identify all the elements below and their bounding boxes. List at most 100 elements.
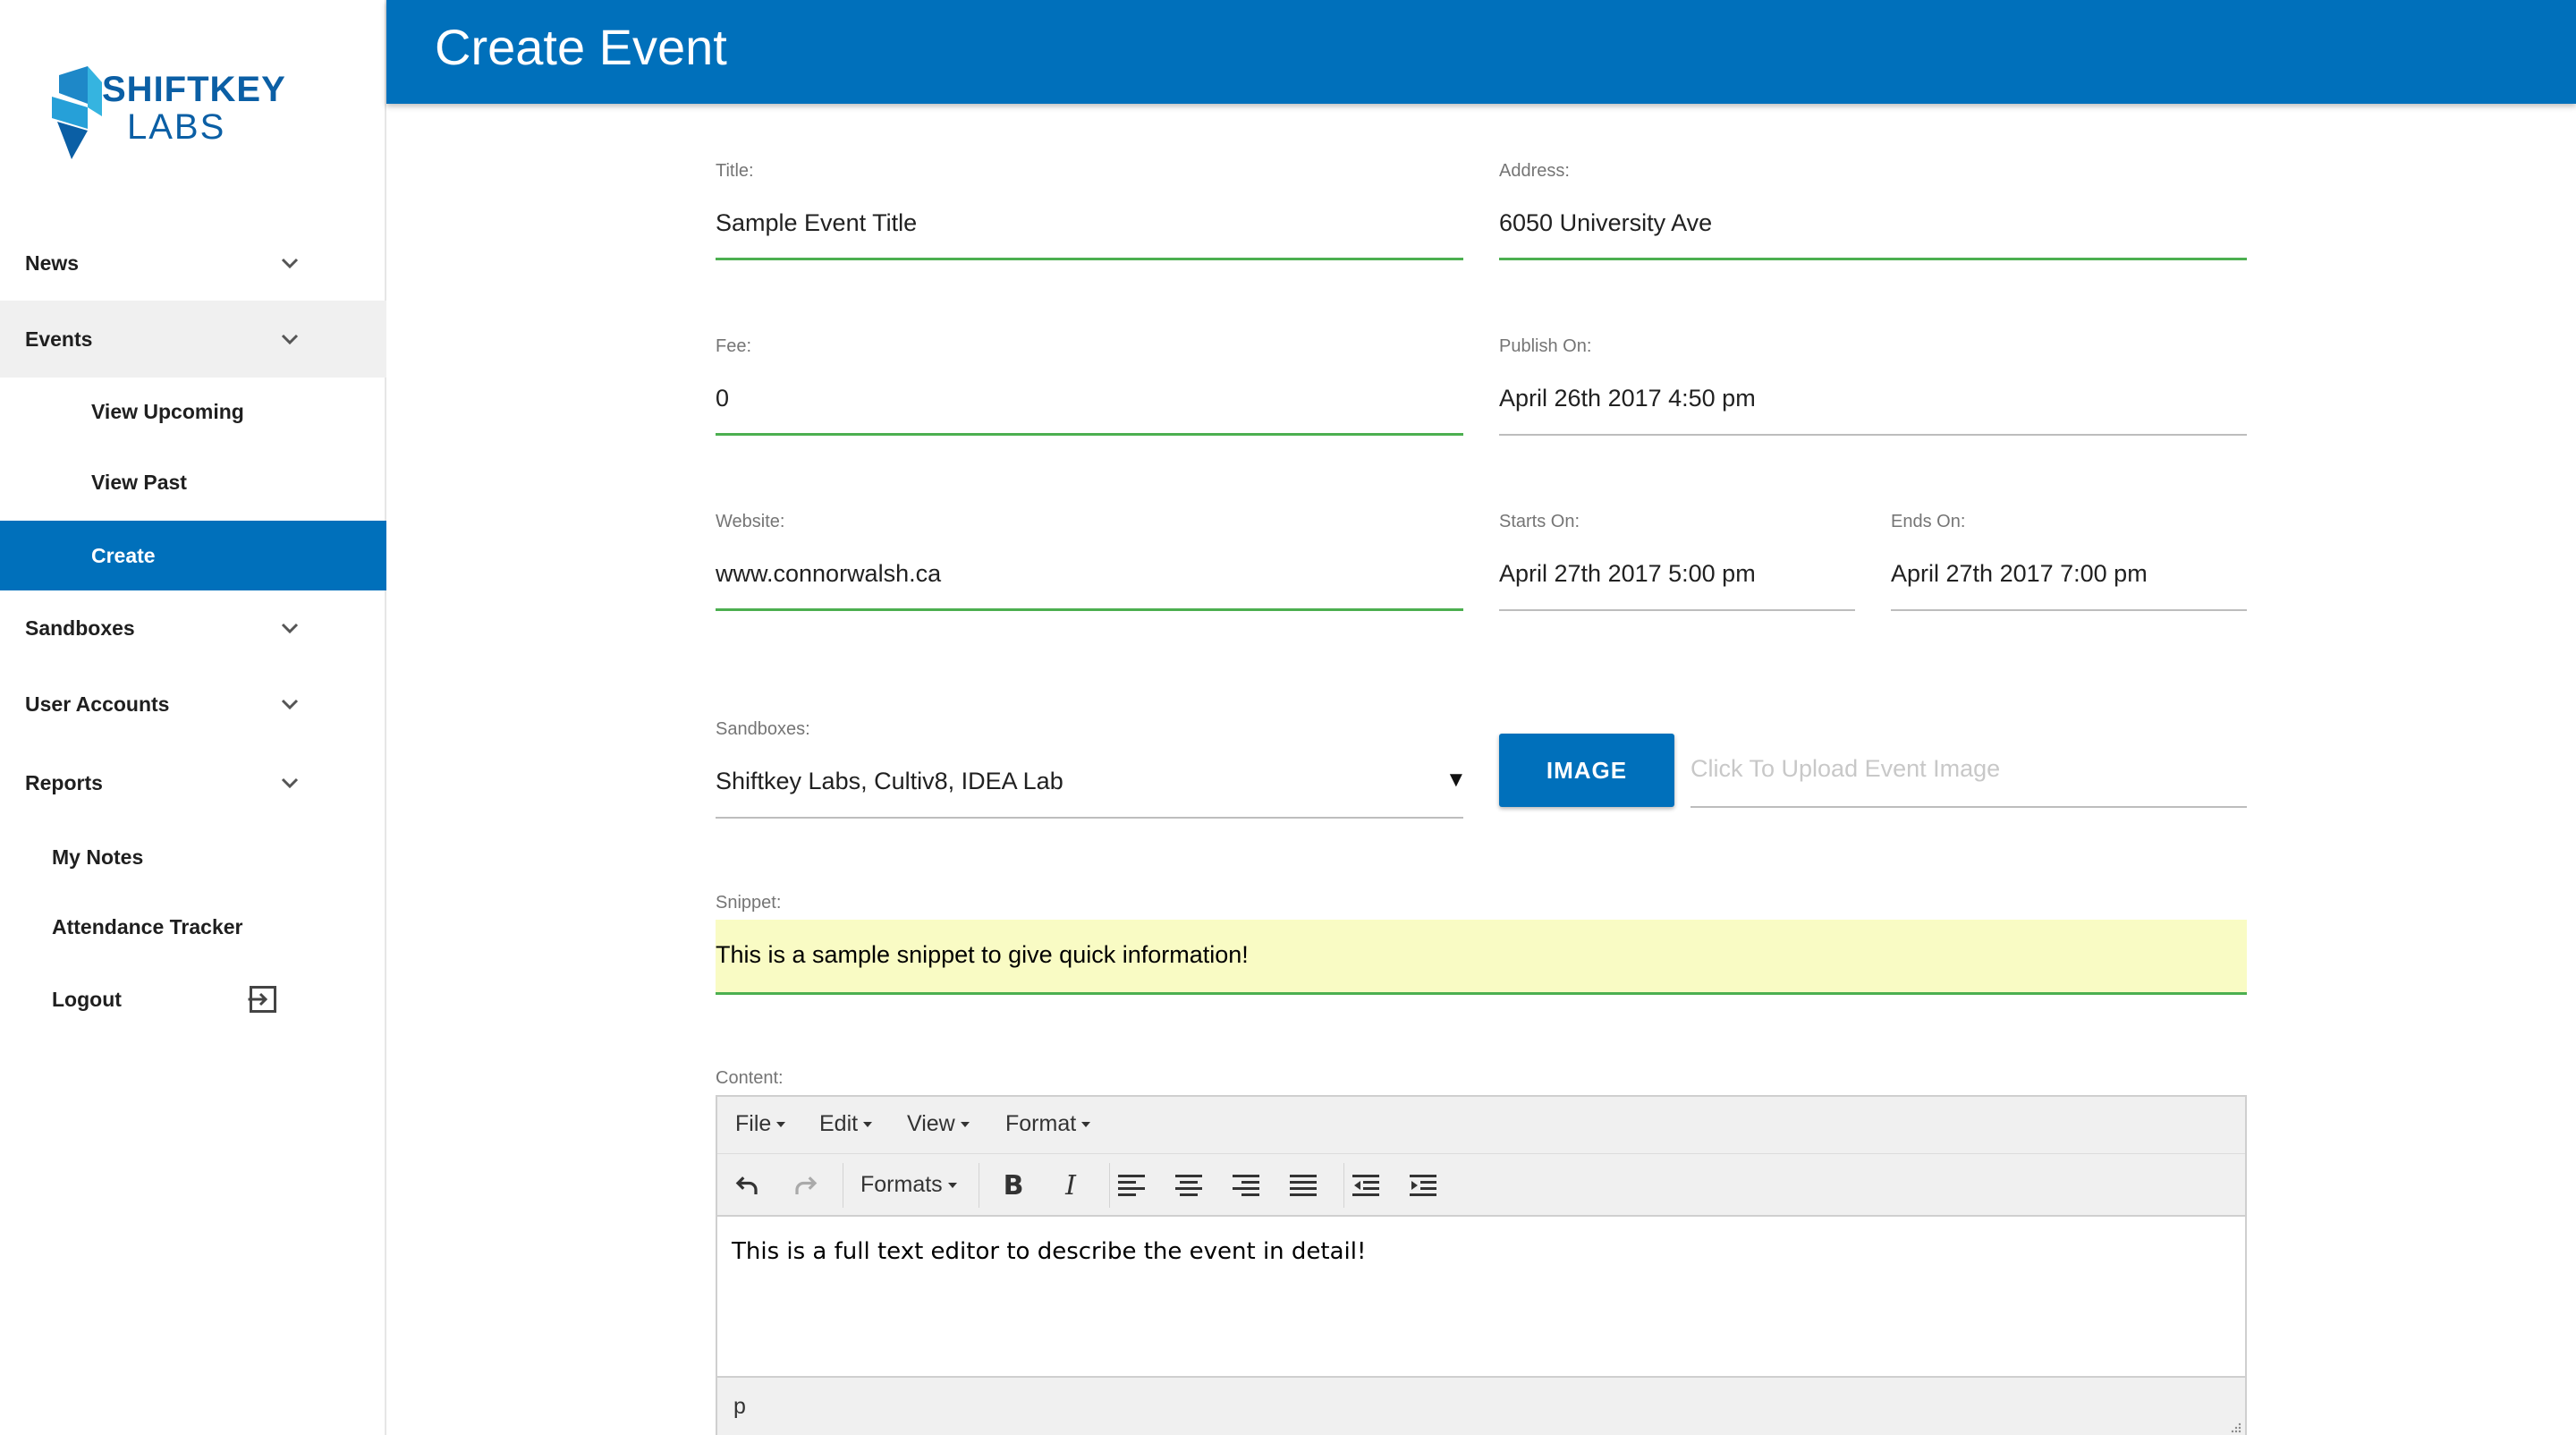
bold-icon[interactable]: B	[998, 1170, 1029, 1201]
address-label: Address:	[1499, 161, 1570, 181]
ends-on-underline	[1891, 609, 2247, 611]
title-input[interactable]: Sample Event Title	[716, 209, 917, 237]
caret-down-icon	[1081, 1122, 1091, 1128]
formats-dropdown[interactable]: Formats	[860, 1172, 957, 1198]
chevron-down-icon	[281, 777, 299, 789]
logo-text-shiftkey: SHIFTKEY	[102, 70, 286, 109]
snippet-input-box[interactable]: This is a sample snippet to give quick i…	[716, 920, 2247, 995]
sidebar-item-label: View Upcoming	[91, 399, 244, 423]
menu-view-label: View	[907, 1111, 955, 1136]
menu-file[interactable]: File	[735, 1111, 786, 1137]
editor-toolbar: Formats B I	[717, 1154, 2245, 1217]
italic-icon[interactable]: I	[1055, 1170, 1086, 1201]
menu-edit[interactable]: Edit	[819, 1111, 873, 1137]
title-label: Title:	[716, 161, 754, 181]
sidebar-item-label: Events	[25, 327, 93, 351]
sandboxes-label: Sandboxes:	[716, 719, 810, 739]
sidebar-item-user-accounts[interactable]: User Accounts	[0, 666, 386, 743]
sidebar-item-label: Reports	[25, 770, 103, 794]
address-underline	[1499, 258, 2247, 260]
editor-menubar: File Edit View Format	[717, 1097, 2245, 1154]
ends-on-label: Ends On:	[1891, 512, 1966, 531]
sidebar-item-view-upcoming[interactable]: View Upcoming	[0, 378, 386, 446]
rich-text-editor: File Edit View Format Formats B I This i…	[716, 1095, 2247, 1435]
sidebar-item-my-notes[interactable]: My Notes	[0, 823, 386, 891]
caret-down-icon	[960, 1122, 970, 1128]
menu-format-label: Format	[1005, 1111, 1077, 1136]
upload-image-underline	[1690, 806, 2247, 808]
align-left-icon[interactable]	[1116, 1170, 1147, 1201]
undo-icon[interactable]	[732, 1170, 762, 1201]
website-label: Website:	[716, 512, 785, 531]
align-justify-icon[interactable]	[1288, 1170, 1318, 1201]
shiftkey-logo: SHIFTKEY LABS	[52, 66, 286, 166]
image-upload-button[interactable]: IMAGE	[1499, 734, 1674, 807]
toolbar-divider	[1109, 1163, 1110, 1208]
menu-file-label: File	[735, 1111, 772, 1136]
starts-on-input[interactable]: April 27th 2017 5:00 pm	[1499, 560, 1756, 588]
menu-format[interactable]: Format	[1005, 1111, 1091, 1137]
resize-handle-icon[interactable]	[2227, 1419, 2241, 1433]
sidebar-item-label: My Notes	[52, 845, 144, 869]
editor-statusbar: p	[717, 1376, 2245, 1435]
logout-icon	[248, 986, 276, 1013]
align-right-icon[interactable]	[1231, 1170, 1261, 1201]
upload-image-field[interactable]: Click To Upload Event Image	[1690, 755, 2000, 783]
sidebar-item-label: Logout	[52, 987, 122, 1011]
sidebar-item-label: View Past	[91, 470, 187, 494]
sidebar-item-attendance-tracker[interactable]: Attendance Tracker	[0, 891, 386, 963]
sidebar-item-label: Sandboxes	[25, 616, 135, 640]
formats-label: Formats	[860, 1172, 943, 1197]
fee-input[interactable]: 0	[716, 385, 729, 412]
sidebar-item-news[interactable]: News	[0, 225, 386, 301]
starts-on-label: Starts On:	[1499, 512, 1580, 531]
sidebar-item-create[interactable]: Create	[0, 521, 386, 590]
editor-content-area[interactable]: This is a full text editor to describe t…	[732, 1238, 1366, 1265]
sidebar-item-view-past[interactable]: View Past	[0, 446, 386, 519]
sidebar-item-logout[interactable]: Logout	[0, 963, 386, 1036]
caret-down-icon	[863, 1122, 873, 1128]
fee-underline	[716, 433, 1463, 436]
logo-text-labs: LABS	[127, 107, 226, 147]
sidebar-item-label: Create	[91, 543, 156, 567]
chevron-down-icon	[281, 334, 299, 345]
menu-view[interactable]: View	[907, 1111, 970, 1137]
align-center-icon[interactable]	[1174, 1170, 1204, 1201]
fee-label: Fee:	[716, 336, 752, 356]
sandboxes-select[interactable]: Shiftkey Labs, Cultiv8, IDEA Lab	[716, 768, 1063, 795]
website-underline	[716, 608, 1463, 611]
chevron-down-icon	[281, 258, 299, 269]
redo-icon[interactable]	[791, 1170, 821, 1201]
sidebar-item-label: User Accounts	[25, 692, 170, 716]
snippet-input[interactable]: This is a sample snippet to give quick i…	[716, 941, 1249, 969]
ends-on-input[interactable]: April 27th 2017 7:00 pm	[1891, 560, 2148, 588]
sidebar-item-reports[interactable]: Reports	[0, 743, 386, 823]
starts-on-underline	[1499, 609, 1855, 611]
sidebar-item-label: Attendance Tracker	[52, 914, 243, 938]
sidebar-item-events[interactable]: Events	[0, 301, 386, 378]
sidebar: SHIFTKEY LABS News Events View Upcoming …	[0, 0, 386, 1435]
content-label: Content:	[716, 1068, 784, 1088]
toolbar-divider	[1343, 1163, 1344, 1208]
sidebar-item-label: News	[25, 250, 80, 275]
element-path[interactable]: p	[733, 1394, 746, 1420]
title-underline	[716, 258, 1463, 260]
publish-on-input[interactable]: April 26th 2017 4:50 pm	[1499, 385, 1756, 412]
indent-icon[interactable]	[1408, 1170, 1438, 1201]
caret-down-icon	[947, 1183, 957, 1189]
address-input[interactable]: 6050 University Ave	[1499, 209, 1712, 237]
outdent-icon[interactable]	[1351, 1170, 1381, 1201]
menu-edit-label: Edit	[819, 1111, 859, 1136]
sidebar-item-sandboxes[interactable]: Sandboxes	[0, 590, 386, 666]
snippet-label: Snippet:	[716, 893, 782, 913]
dropdown-arrow-icon[interactable]: ▼	[1445, 768, 1467, 793]
caret-down-icon	[776, 1122, 786, 1128]
chevron-down-icon	[281, 623, 299, 634]
sandboxes-underline	[716, 817, 1463, 819]
chevron-down-icon	[281, 699, 299, 710]
publish-on-underline	[1499, 434, 2247, 436]
app-header: Create Event	[386, 0, 2576, 104]
page-title: Create Event	[435, 19, 727, 75]
website-input[interactable]: www.connorwalsh.ca	[716, 560, 941, 588]
publish-on-label: Publish On:	[1499, 336, 1592, 356]
